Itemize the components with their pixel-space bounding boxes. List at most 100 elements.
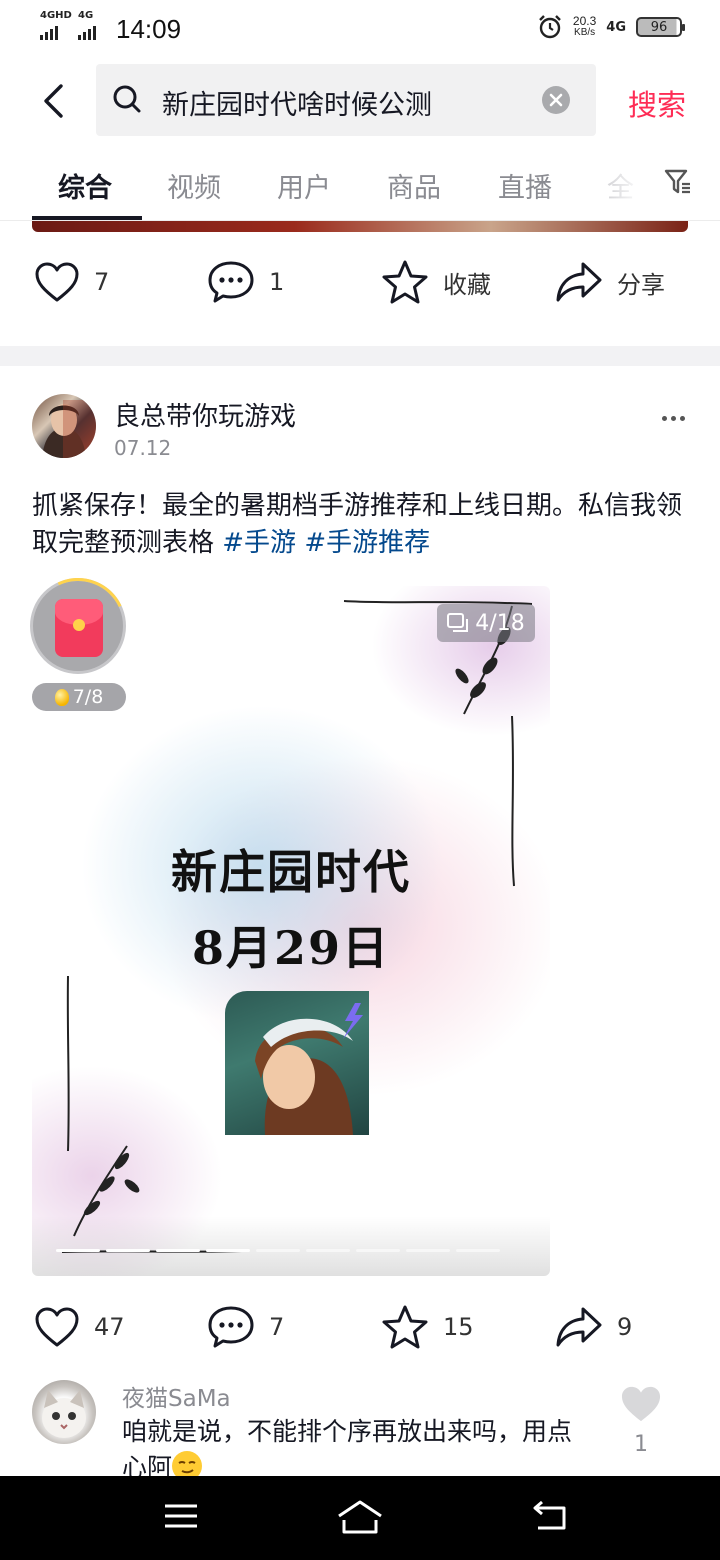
clock: 14:09 — [116, 14, 182, 44]
menu-icon[interactable] — [163, 1498, 199, 1534]
carousel-progress-segment — [356, 1249, 400, 1252]
clear-icon — [549, 93, 563, 107]
tab-videos[interactable]: 视频 — [167, 166, 221, 205]
tab-products[interactable]: 商品 — [387, 166, 441, 205]
heart-icon — [35, 1307, 79, 1347]
net-speed-unit: KB/s — [574, 27, 596, 38]
alarm-icon — [539, 15, 561, 39]
sim1-label: 4GHD — [40, 10, 72, 21]
search-header: 新庄园时代啥时候公测 搜索 — [0, 64, 720, 136]
comment-like-count: 1 — [634, 1432, 648, 1457]
back-button[interactable] — [30, 78, 76, 124]
red-packet-icon — [55, 599, 103, 657]
star-icon — [382, 260, 428, 304]
carousel-progress-segment — [306, 1249, 350, 1252]
feed-separator — [0, 346, 720, 366]
system-navigation-bar — [0, 1476, 720, 1560]
carousel-progress-segment — [106, 1249, 150, 1252]
game-app-icon — [225, 991, 369, 1135]
previous-post-image[interactable] — [32, 221, 688, 232]
coin-progress-text: 7/8 — [72, 686, 104, 708]
cat-avatar-art — [42, 1390, 86, 1438]
tab-bar: 综合 视频 用户 商品 直播 全 — [0, 148, 720, 221]
tab-users[interactable]: 用户 — [277, 166, 331, 205]
status-bar: 4GHD 4G 14:09 20.3 KB/s 4G 96 — [0, 0, 720, 60]
comment-button[interactable]: 7 — [207, 1297, 284, 1357]
avatar-art — [42, 400, 96, 458]
commenter-avatar[interactable] — [32, 1380, 96, 1444]
star-icon — [382, 1305, 428, 1349]
net-speed: 20.3 KB/s — [573, 15, 596, 39]
share-label: 分享 — [617, 270, 665, 299]
comment-icon — [208, 1306, 254, 1348]
carousel-progress-segment — [156, 1249, 200, 1252]
post-caption: 抓紧保存！最全的暑期档手游推荐和上线日期。私信我领取完整预测表格 #手游 #手游… — [32, 488, 688, 562]
like-count: 7 — [94, 268, 110, 296]
carousel-progress-segment — [256, 1249, 300, 1252]
favorite-count: 15 — [443, 1313, 474, 1341]
game-icon-art — [255, 1003, 363, 1135]
comment-count: 7 — [269, 1313, 285, 1341]
tab-general[interactable]: 综合 — [58, 166, 112, 205]
signal-bars-icon — [78, 26, 96, 40]
battery-level: 96 — [650, 19, 668, 35]
carousel-progress-segment — [406, 1249, 450, 1252]
commenter-name[interactable]: 夜猫SaMa — [122, 1379, 231, 1413]
more-icon[interactable] — [656, 410, 691, 427]
active-tab-indicator — [32, 216, 142, 220]
hashtag-mobile-games[interactable]: #手游 — [222, 528, 296, 558]
like-button[interactable]: 47 — [34, 1297, 125, 1357]
comment-button[interactable]: 1 — [207, 252, 284, 312]
sim2-signal: 4G — [78, 10, 96, 40]
home-icon[interactable] — [336, 1498, 384, 1536]
comment-like-button[interactable]: 1 — [618, 1384, 664, 1457]
carousel-progress — [56, 1249, 500, 1252]
search-icon — [113, 85, 141, 113]
search-query: 新庄园时代啥时候公测 — [162, 90, 432, 121]
image-counter-text: 4/18 — [475, 610, 525, 636]
tab-fade — [596, 148, 656, 218]
carousel-progress-segment — [456, 1249, 500, 1252]
like-button[interactable]: 7 — [34, 252, 109, 312]
post-date: 07.12 — [114, 436, 172, 460]
release-date: 8月29日 — [191, 921, 391, 975]
share-button[interactable]: 分享 — [555, 252, 665, 312]
network-type: 4G — [606, 19, 626, 35]
author-avatar[interactable] — [32, 394, 96, 458]
share-icon — [556, 262, 602, 302]
net-speed-value: 20.3 — [572, 14, 597, 28]
author-name[interactable]: 良总带你玩游戏 — [114, 396, 296, 433]
sim1-signal: 4GHD — [40, 10, 72, 40]
battery-icon: 96 — [636, 17, 685, 37]
coin-progress-badge[interactable]: 7/8 — [32, 683, 126, 711]
prev-post-actions: 7 1 收藏 分享 — [0, 252, 720, 312]
comment-icon — [208, 261, 254, 303]
share-icon — [556, 1307, 602, 1347]
game-title: 新庄园时代 — [171, 845, 411, 899]
favorite-button[interactable]: 收藏 — [381, 252, 491, 312]
carousel-progress-segment — [206, 1249, 250, 1252]
filter-icon[interactable] — [664, 168, 692, 196]
back-icon — [44, 84, 63, 118]
favorite-button[interactable]: 15 — [381, 1297, 474, 1357]
hashtag-mobile-game-recommend[interactable]: #手游推荐 — [304, 528, 430, 558]
sim2-label: 4G — [78, 10, 94, 21]
clear-button[interactable] — [542, 86, 570, 114]
tab-live[interactable]: 直播 — [498, 166, 552, 205]
signal-bars-icon — [40, 26, 58, 40]
post-actions: 47 7 15 9 — [0, 1297, 720, 1357]
carousel-shade — [32, 1216, 550, 1276]
image-counter: 4/18 — [437, 604, 535, 642]
carousel-progress-segment — [56, 1249, 100, 1252]
heart-icon — [35, 262, 79, 302]
share-button[interactable]: 9 — [555, 1297, 632, 1357]
back-nav-icon[interactable] — [530, 1498, 568, 1534]
status-indicators: 20.3 KB/s 4G 96 — [537, 14, 685, 40]
search-input[interactable]: 新庄园时代啥时候公测 — [96, 64, 596, 136]
comment-count: 1 — [269, 268, 285, 296]
gold-egg-icon — [54, 688, 69, 706]
share-count: 9 — [617, 1313, 633, 1341]
red-packet-widget[interactable] — [16, 564, 140, 688]
search-button[interactable]: 搜索 — [628, 82, 686, 124]
gallery-icon — [447, 613, 469, 632]
